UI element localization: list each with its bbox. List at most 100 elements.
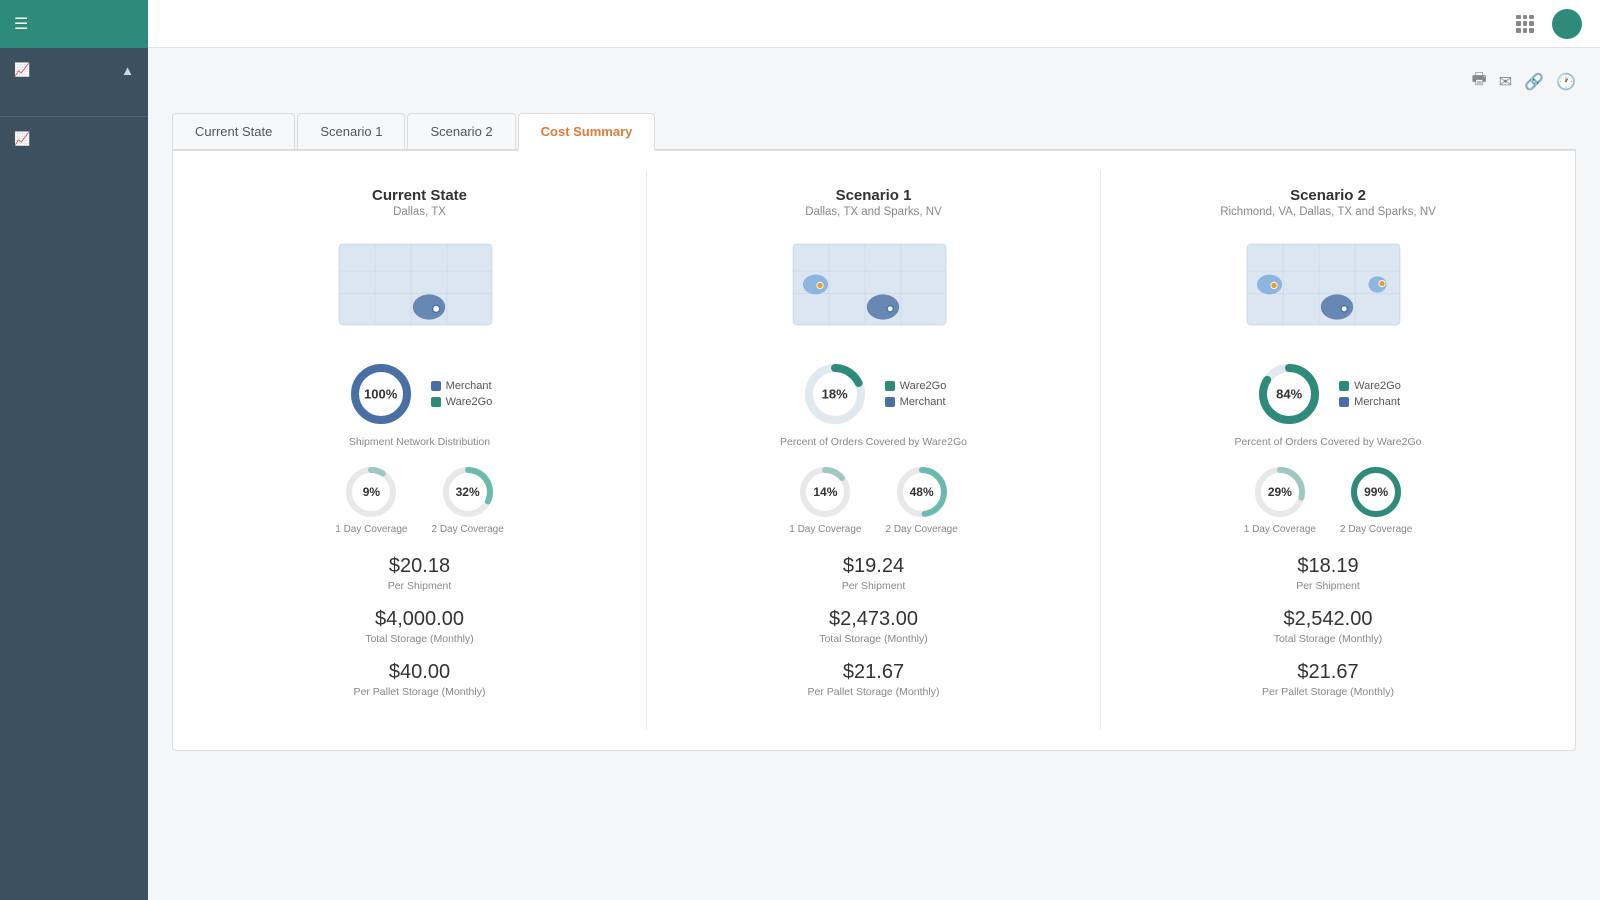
per-shipment-value-1: $19.24 [671, 555, 1076, 578]
legend-label: Merchant [900, 396, 946, 408]
per-shipment-value-0: $20.18 [217, 555, 622, 578]
sidebar-item-business-calculator[interactable]: 📈 [0, 123, 148, 155]
legend-item: Ware2Go [431, 396, 493, 408]
avatar[interactable] [1552, 9, 1582, 39]
scenario-title-0: Current State [217, 187, 622, 204]
small-donuts-row-0: 9% 1 Day Coverage 32% 2 Day Coverage [217, 464, 622, 535]
total-storage-value-0: $4,000.00 [217, 608, 622, 631]
legend-swatch [431, 397, 441, 407]
coverage-1day-donut-0: 9% [343, 464, 399, 520]
cost-section-0: $20.18 Per Shipment $4,000.00 Total Stor… [217, 555, 622, 698]
email-icon[interactable]: ✉ [1499, 72, 1512, 92]
donut-legend-1: Ware2Go Merchant [885, 380, 947, 408]
tab-current-state[interactable]: Current State [172, 113, 295, 149]
total-storage-label-1: Total Storage (Monthly) [671, 633, 1076, 645]
donut-main-section-2: 84% Ware2Go Merchant [1125, 360, 1531, 428]
scenario-col-2: Scenario 2 Richmond, VA, Dallas, TX and … [1101, 171, 1555, 730]
total-storage-value-2: $2,542.00 [1125, 608, 1531, 631]
coverage-1day-wrap-1: 14% 1 Day Coverage [789, 464, 861, 535]
legend-item: Merchant [885, 396, 947, 408]
coverage-2day-donut-2: 99% [1348, 464, 1404, 520]
legend-swatch [885, 381, 895, 391]
legend-item: Ware2Go [885, 380, 947, 392]
coverage-2day-label-0: 32% [456, 485, 480, 499]
scenario-subtitle-2: Richmond, VA, Dallas, TX and Sparks, NV [1125, 206, 1531, 218]
per-pallet-value-1: $21.67 [671, 661, 1076, 684]
per-pallet-label-1: Per Pallet Storage (Monthly) [671, 686, 1076, 698]
sidebar-item-new-analysis[interactable] [0, 96, 148, 110]
map-container-1 [671, 234, 1076, 344]
print-icon[interactable]: 🖶 [1472, 68, 1487, 95]
grid-icon[interactable] [1516, 15, 1534, 33]
coverage-1day-donut-2: 29% [1252, 464, 1308, 520]
content-header: 🖶 ✉ 🔗 🕐 [172, 68, 1576, 95]
header-icons: 🖶 ✉ 🔗 🕐 [1472, 68, 1576, 95]
coverage-1day-caption-2: 1 Day Coverage [1244, 524, 1316, 535]
sidebar-header: ☰ [0, 0, 148, 48]
coverage-2day-wrap-2: 99% 2 Day Coverage [1340, 464, 1412, 535]
tab-scenario2[interactable]: Scenario 2 [407, 113, 515, 149]
donut-main-2: 84% [1255, 360, 1323, 428]
scenario-subtitle-0: Dallas, TX [217, 206, 622, 218]
legend-swatch [885, 397, 895, 407]
legend-item: Merchant [431, 380, 493, 392]
coverage-2day-wrap-0: 32% 2 Day Coverage [432, 464, 504, 535]
sidebar-item-summary[interactable] [0, 82, 148, 96]
scenario-col-1: Scenario 1 Dallas, TX and Sparks, NV 18% [647, 171, 1101, 730]
link-icon[interactable]: 🔗 [1524, 72, 1544, 92]
donut-caption-2: Percent of Orders Covered by Ware2Go [1125, 436, 1531, 448]
donut-main-section-0: 100% Merchant Ware2Go [217, 360, 622, 428]
total-storage-label-2: Total Storage (Monthly) [1125, 633, 1531, 645]
hamburger-icon[interactable]: ☰ [14, 14, 28, 34]
donut-main-section-1: 18% Ware2Go Merchant [671, 360, 1076, 428]
scenario-title-1: Scenario 1 [671, 187, 1076, 204]
sidebar: ☰ 📈 ▲ 📈 [0, 0, 148, 900]
per-pallet-value-0: $40.00 [217, 661, 622, 684]
legend-swatch [1339, 381, 1349, 391]
coverage-2day-label-1: 48% [910, 485, 934, 499]
coverage-1day-donut-1: 14% [797, 464, 853, 520]
donut-main-label-0: 100% [364, 387, 397, 402]
history-icon[interactable]: 🕐 [1556, 72, 1576, 92]
topbar [148, 0, 1600, 48]
legend-swatch [1339, 397, 1349, 407]
tab-cost-summary[interactable]: Cost Summary [518, 113, 656, 151]
legend-label: Ware2Go [446, 396, 493, 408]
legend-label: Ware2Go [1354, 380, 1401, 392]
per-shipment-label-1: Per Shipment [671, 580, 1076, 592]
total-storage-label-0: Total Storage (Monthly) [217, 633, 622, 645]
coverage-2day-caption-0: 2 Day Coverage [432, 524, 504, 535]
sidebar-analysis-collapse-icon: ▲ [121, 63, 134, 78]
sidebar-analysis-icon: 📈 [14, 62, 30, 78]
coverage-1day-label-1: 14% [813, 485, 837, 499]
total-storage-value-1: $2,473.00 [671, 608, 1076, 631]
scenarios-grid: Current State Dallas, TX 100% Merchant [193, 171, 1555, 730]
coverage-2day-wrap-1: 48% 2 Day Coverage [886, 464, 958, 535]
scenario-col-0: Current State Dallas, TX 100% Merchant [193, 171, 647, 730]
coverage-1day-caption-1: 1 Day Coverage [789, 524, 861, 535]
donut-legend-2: Ware2Go Merchant [1339, 380, 1401, 408]
legend-label: Merchant [1354, 396, 1400, 408]
content-area: 🖶 ✉ 🔗 🕐 Current State Scenario 1 Scenari… [148, 48, 1600, 900]
small-donuts-row-2: 29% 1 Day Coverage 99% 2 Day Coverage [1125, 464, 1531, 535]
coverage-1day-label-0: 9% [363, 485, 380, 499]
legend-item: Merchant [1339, 396, 1401, 408]
per-shipment-value-2: $18.19 [1125, 555, 1531, 578]
donut-legend-0: Merchant Ware2Go [431, 380, 493, 408]
coverage-2day-label-2: 99% [1364, 485, 1388, 499]
tabs: Current State Scenario 1 Scenario 2 Cost… [172, 113, 1576, 151]
per-pallet-value-2: $21.67 [1125, 661, 1531, 684]
legend-label: Ware2Go [900, 380, 947, 392]
coverage-1day-caption-0: 1 Day Coverage [335, 524, 407, 535]
legend-swatch [431, 381, 441, 391]
donut-main-label-2: 84% [1276, 387, 1302, 402]
sidebar-analysis-section[interactable]: 📈 ▲ [0, 48, 148, 82]
topbar-actions [1480, 9, 1582, 39]
coverage-1day-wrap-2: 29% 1 Day Coverage [1244, 464, 1316, 535]
per-pallet-label-0: Per Pallet Storage (Monthly) [217, 686, 622, 698]
scenario-title-2: Scenario 2 [1125, 187, 1531, 204]
coverage-2day-donut-1: 48% [894, 464, 950, 520]
tab-scenario1[interactable]: Scenario 1 [297, 113, 405, 149]
per-pallet-label-2: Per Pallet Storage (Monthly) [1125, 686, 1531, 698]
donut-main-label-1: 18% [822, 387, 848, 402]
